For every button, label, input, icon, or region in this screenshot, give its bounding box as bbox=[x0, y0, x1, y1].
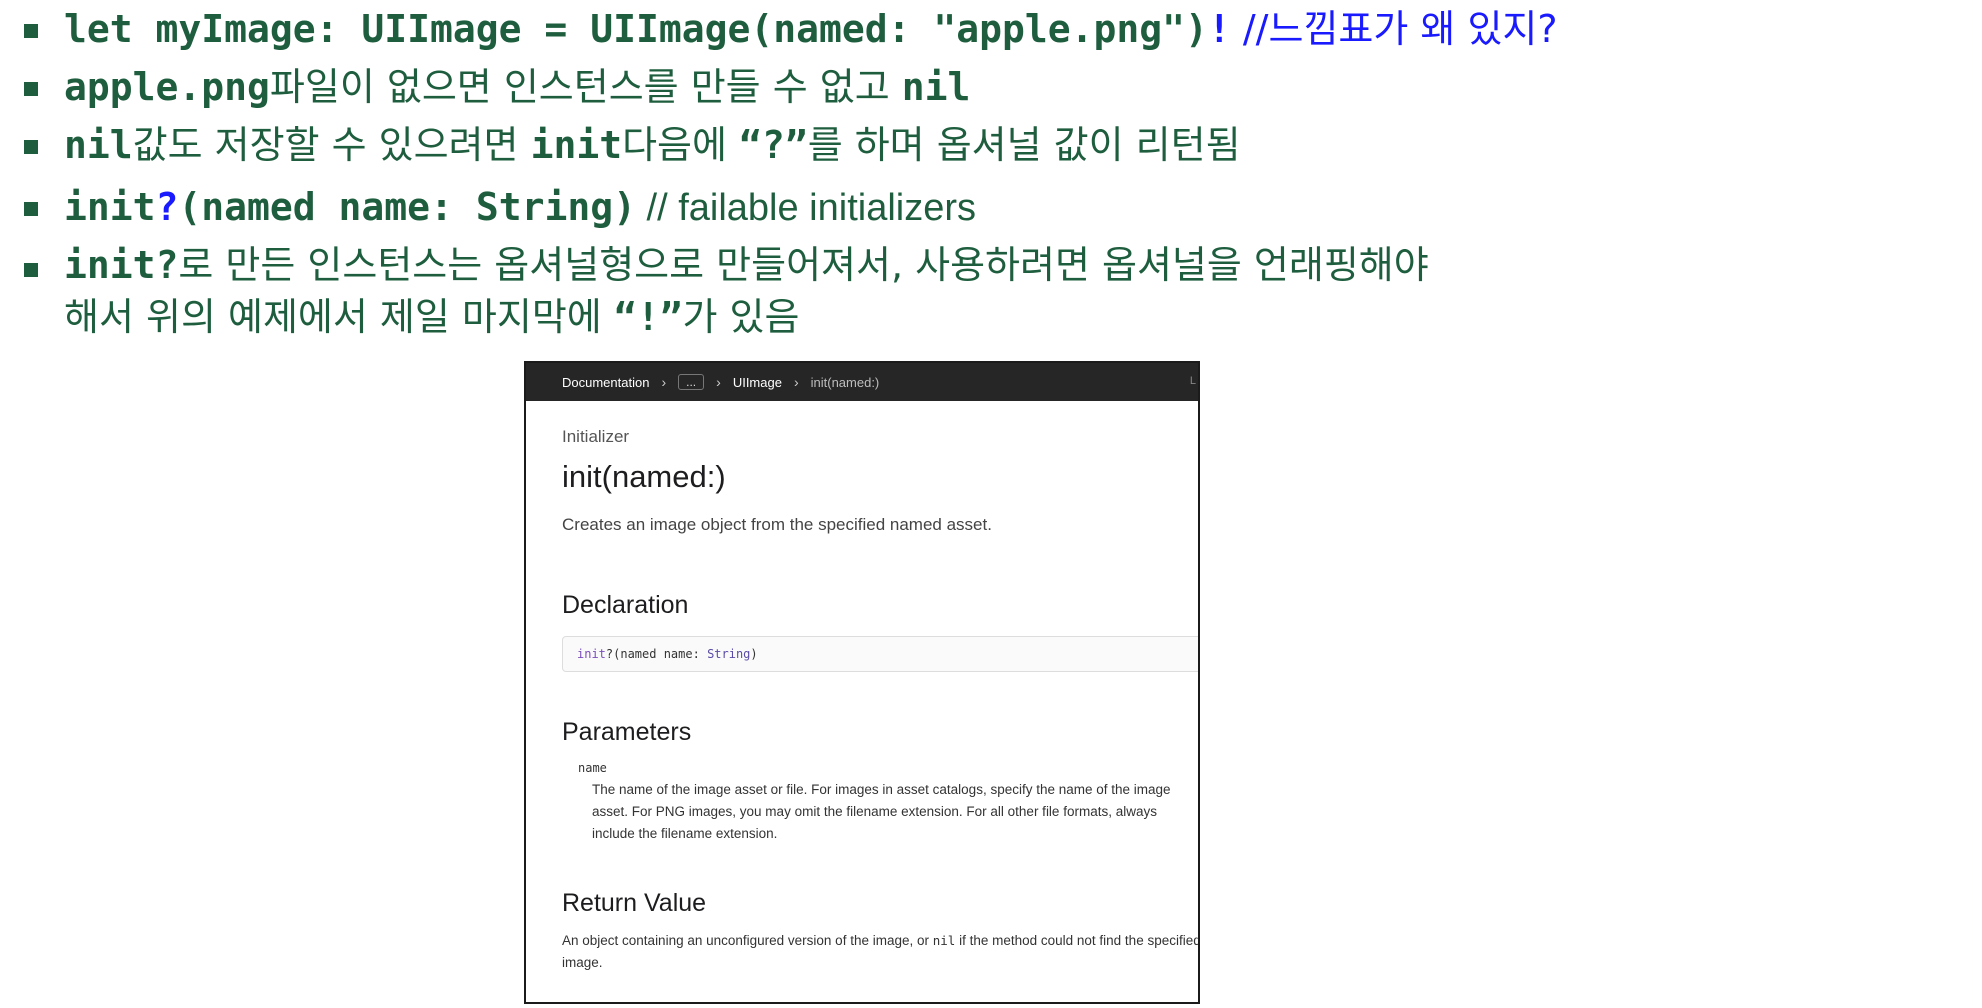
page-title: init(named:) bbox=[562, 459, 726, 494]
code-init: init bbox=[530, 123, 623, 167]
param-description: The name of the image asset or file. For… bbox=[592, 782, 1171, 841]
doc-navbar: Documentation › ... › UIImage › init(nam… bbox=[526, 363, 1198, 401]
doc-content: Initializer init(named:) Creates an imag… bbox=[526, 427, 1198, 974]
breadcrumb-documentation[interactable]: Documentation bbox=[562, 375, 649, 390]
breadcrumb-current: init(named:) bbox=[810, 374, 880, 390]
code-keyword: init bbox=[577, 647, 606, 661]
return-value-heading: Return Value bbox=[562, 889, 707, 917]
language-toggle-icon[interactable]: L bbox=[1190, 375, 1196, 387]
code-nil: nil bbox=[901, 65, 971, 109]
chevron-right-icon: › bbox=[716, 374, 721, 390]
bullet-3: nil값도 저장할 수 있으려면 init다음에 “?”를 하며 옵셔널 값이 … bbox=[20, 116, 1960, 174]
code-named-name: (named name: String) bbox=[178, 185, 636, 229]
code-close: ) bbox=[750, 647, 758, 661]
declaration-heading: Declaration bbox=[562, 591, 689, 619]
text-example: 해서 위의 예제에서 제일 마지막에 bbox=[64, 295, 614, 339]
parameters-heading: Parameters bbox=[562, 718, 692, 746]
bullet-marker bbox=[24, 82, 38, 96]
code-init: init bbox=[64, 185, 156, 229]
text-store-nil: 값도 저장할 수 있으려면 bbox=[132, 123, 531, 167]
return-text-a: An object containing an unconfigured ver… bbox=[562, 933, 933, 948]
breadcrumb-uiimage[interactable]: UIImage bbox=[733, 375, 782, 390]
param-name: name bbox=[578, 761, 607, 775]
code-nil: nil bbox=[64, 123, 133, 167]
code-type[interactable]: String bbox=[707, 647, 750, 661]
code-signature: ?(named name: bbox=[605, 647, 708, 661]
abstract: Creates an image object from the specifi… bbox=[562, 515, 992, 534]
comment-why-exclamation: //느낌표가 왜 있지? bbox=[1230, 7, 1558, 51]
bullet-marker bbox=[24, 140, 38, 154]
chevron-right-icon: › bbox=[661, 374, 667, 390]
bullet-2: apple.png파일이 없으면 인스턴스를 만들 수 없고 nil bbox=[20, 58, 1960, 116]
text-exists: 가 있음 bbox=[682, 295, 800, 339]
code-let-myimage: let myImage: UIImage = UIImage(named: "a… bbox=[64, 7, 1208, 51]
text-after: 다음에 bbox=[622, 123, 740, 167]
quoted-question-mark: “?” bbox=[739, 123, 808, 167]
bullet-1: let myImage: UIImage = UIImage(named: "a… bbox=[20, 0, 1960, 58]
documentation-screenshot: Documentation › ... › UIImage › init(nam… bbox=[524, 361, 1200, 1004]
quoted-exclamation: “!” bbox=[613, 295, 683, 339]
bullet-marker bbox=[24, 24, 38, 38]
bullet-list: let myImage: UIImage = UIImage(named: "a… bbox=[20, 0, 1960, 343]
exclamation-mark: ! bbox=[1207, 7, 1231, 51]
text-no-file: 파일이 없으면 인스턴스를 만들 수 없고 bbox=[269, 65, 902, 109]
code-init-question: init? bbox=[64, 243, 179, 287]
bullet-marker bbox=[24, 202, 38, 216]
return-nil: nil bbox=[932, 933, 956, 948]
breadcrumb-more[interactable]: ... bbox=[678, 374, 705, 390]
return-value-description: An object containing an unconfigured ver… bbox=[562, 930, 1198, 974]
text-optional-returned: 를 하며 옵셔널 값이 리턴됨 bbox=[807, 123, 1241, 167]
symbol-kind: Initializer bbox=[562, 427, 630, 446]
bullet-marker bbox=[24, 263, 38, 277]
question-mark: ? bbox=[155, 185, 179, 229]
declaration-code: init?(named name: String) bbox=[562, 636, 1198, 672]
comment-failable: // failable initializers bbox=[635, 187, 977, 229]
bullet-5: init?로 만든 인스턴스는 옵셔널형으로 만들어져서, 사용하려면 옵셔널을… bbox=[20, 239, 1960, 343]
bullet-4: init?(named name: String) // failable in… bbox=[20, 178, 1960, 237]
text-optional-type: 로 만든 인스턴스는 옵셔널형으로 만들어져서, 사용하려면 옵셔널을 언래핑해… bbox=[178, 243, 1429, 287]
code-apple-png: apple.png bbox=[64, 65, 270, 109]
chevron-right-icon: › bbox=[793, 374, 799, 390]
